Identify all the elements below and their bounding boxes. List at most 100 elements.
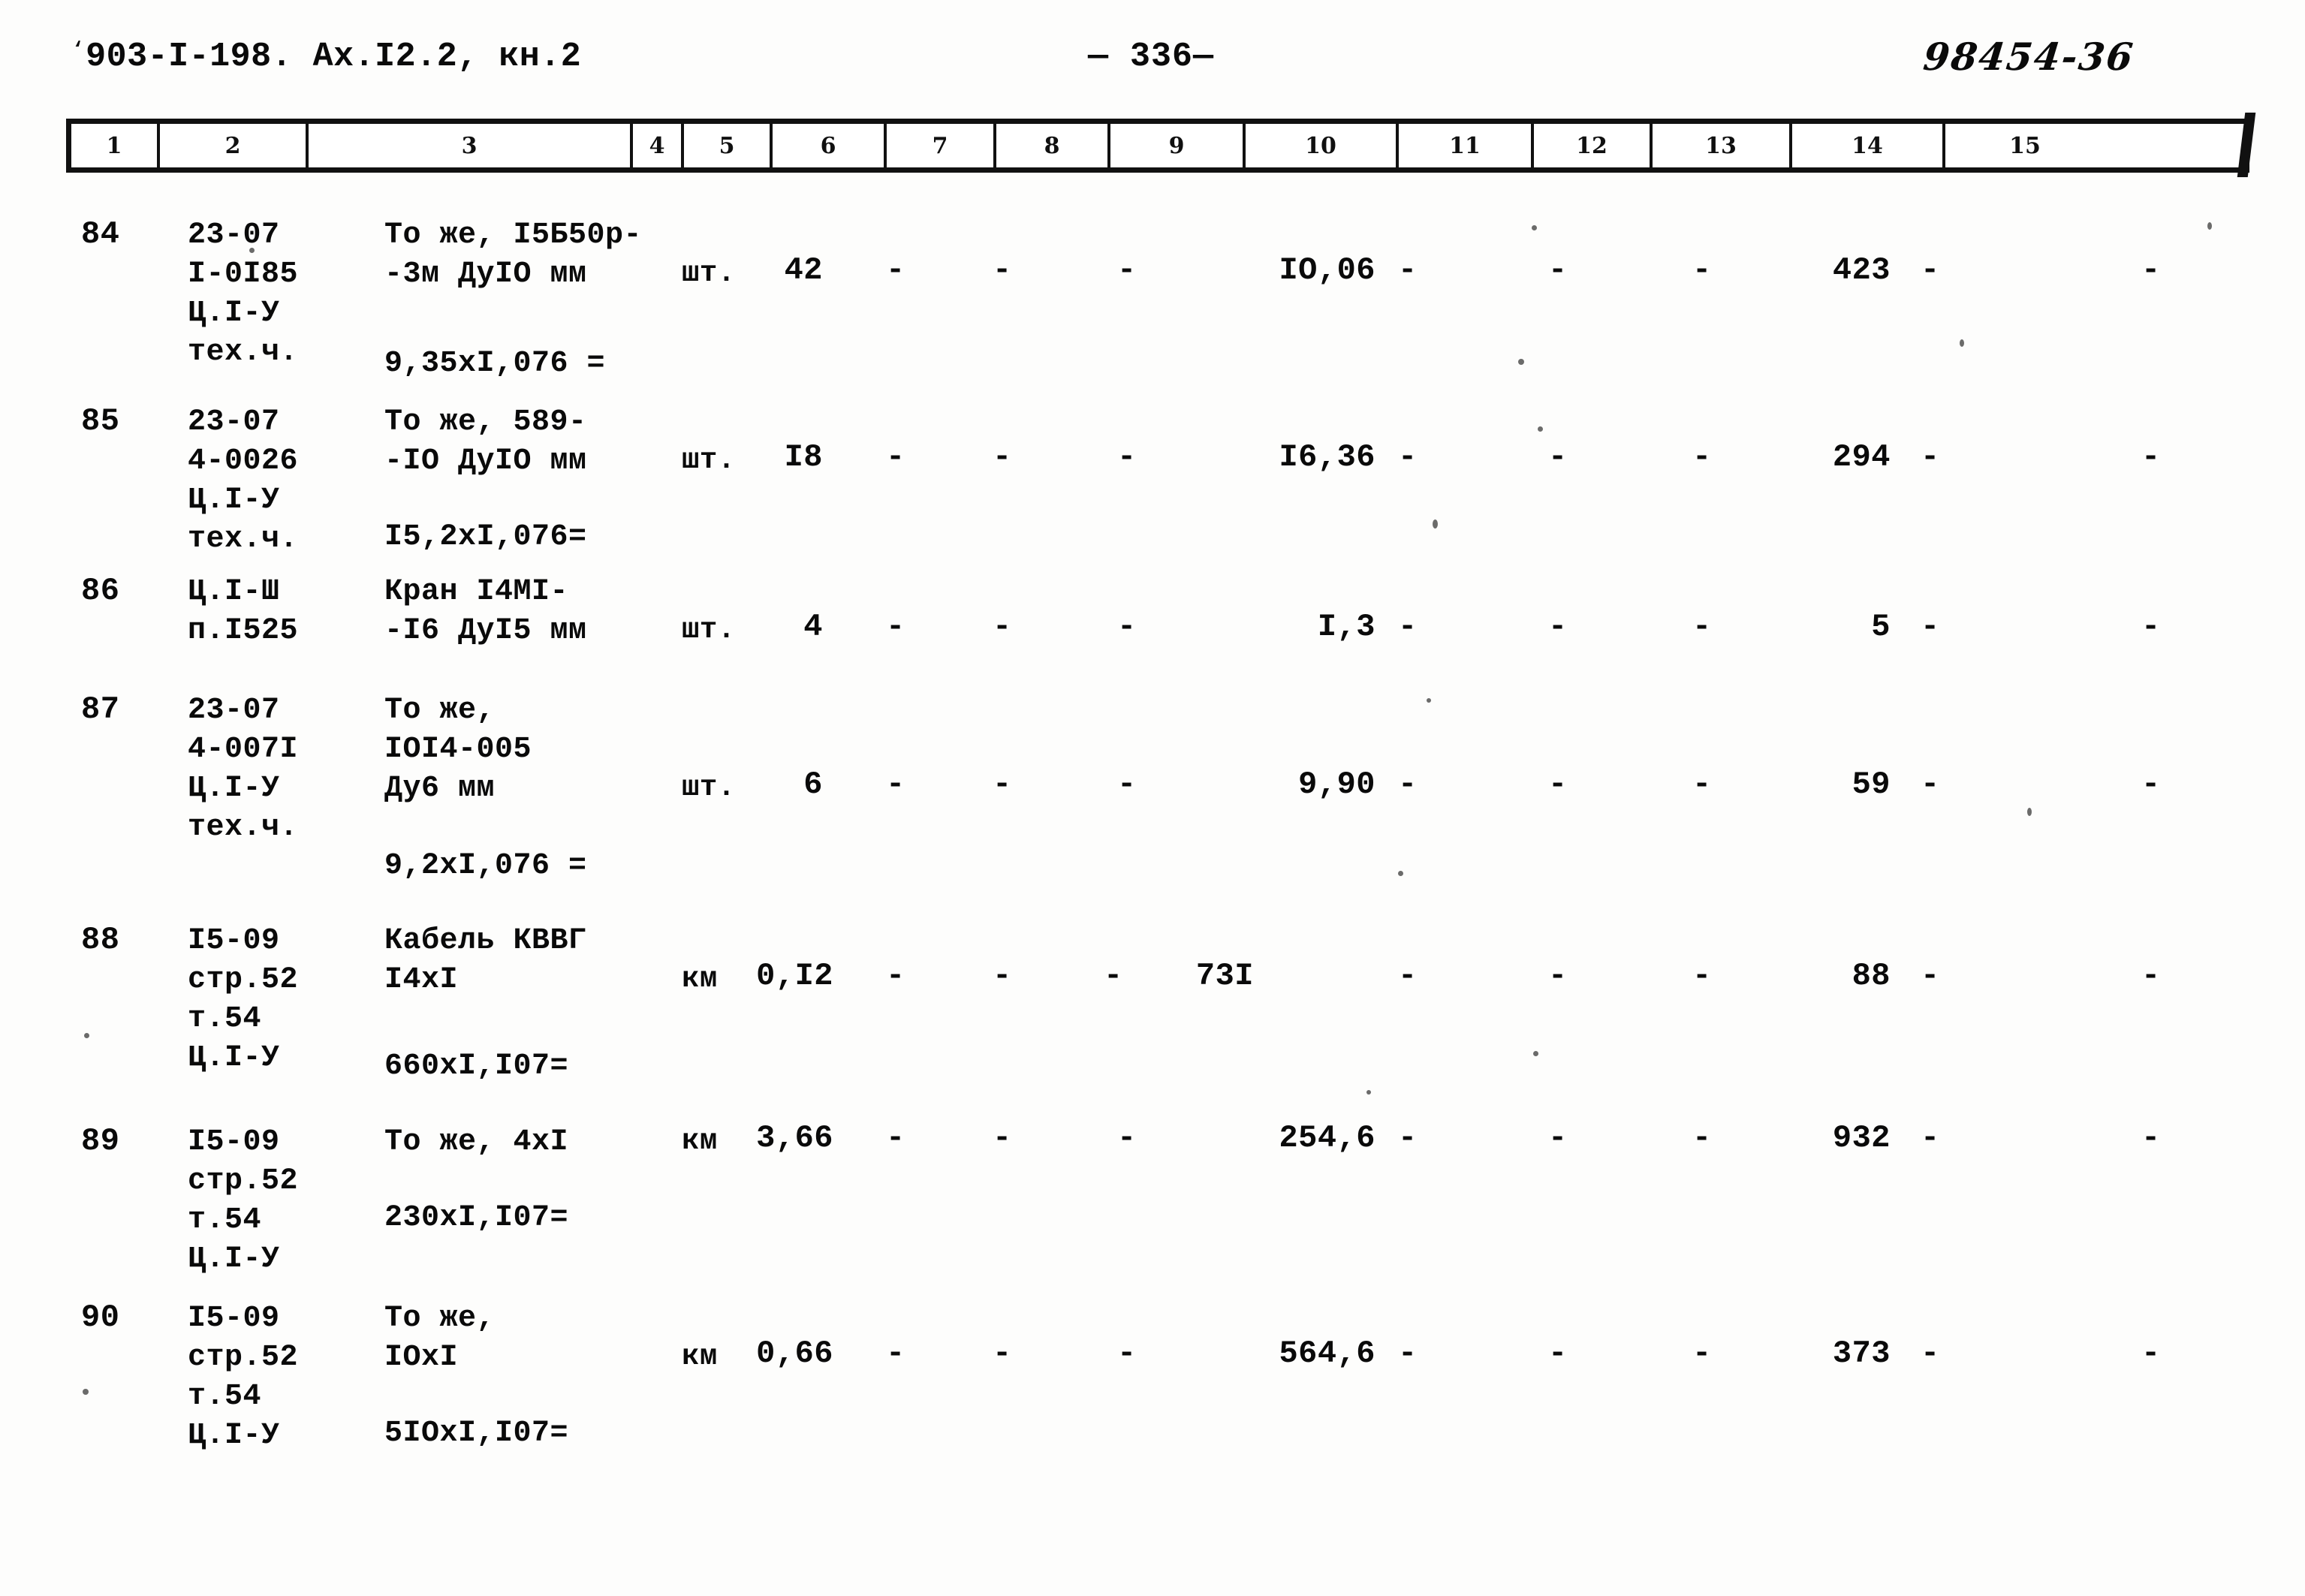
table-row: 89 I5-09 стр.52 т.54 Ц.I-У То же, 4xI 23…	[0, 1095, 2305, 1276]
row-col8: -	[1117, 252, 1137, 288]
document-code-suffix: . Ах.I2.2, кн.2	[271, 38, 582, 76]
row-name-line-1: То же, 589-	[384, 405, 587, 439]
row-col12: -	[1692, 958, 1712, 994]
row-col11: -	[1548, 1336, 1568, 1372]
row-col15: -	[2141, 252, 2161, 288]
row-col10: -	[1398, 958, 1418, 994]
row-col15: -	[2141, 1336, 2161, 1372]
row-col7: -	[993, 1336, 1012, 1372]
row-col9: 73I	[1195, 958, 1254, 994]
scan-speck	[2027, 808, 2032, 816]
column-header-4: 4	[633, 124, 684, 167]
column-header-13: 13	[1653, 124, 1792, 167]
row-code-line-1: 23-07	[188, 218, 280, 252]
row-col8: -	[1117, 1120, 1137, 1156]
row-col14: -	[1921, 252, 1940, 288]
row-col10: -	[1398, 609, 1418, 645]
row-code-line-3: Ц.I-У	[188, 483, 280, 517]
scanned-document-page: ‘903-I-198. Ах.I2.2, кн.2 — 336— 98454-3…	[0, 0, 2305, 1596]
row-col11: -	[1548, 439, 1568, 475]
column-header-8: 8	[996, 124, 1110, 167]
row-number: 86	[81, 573, 120, 609]
row-unit: шт.	[682, 613, 736, 646]
column-header-3: 3	[309, 124, 633, 167]
row-code-line-2: стр.52	[188, 1341, 299, 1375]
row-code-line-3: Ц.I-У	[188, 772, 280, 806]
row-col7: -	[993, 439, 1012, 475]
scan-speck	[1366, 1090, 1371, 1095]
row-col10: -	[1398, 1336, 1418, 1372]
row-unit: км	[682, 962, 718, 995]
row-number: 85	[81, 403, 120, 439]
column-header-10: 10	[1246, 124, 1399, 167]
scan-speck	[84, 1033, 89, 1038]
row-col11: -	[1548, 1120, 1568, 1156]
stray-mark: ‘	[72, 38, 85, 61]
page-header: ‘903-I-198. Ах.I2.2, кн.2 — 336— 98454-3…	[0, 35, 2305, 90]
scan-speck	[2207, 222, 2212, 230]
row-name-line-1: То же, I5Б50р-	[384, 218, 643, 252]
column-header-9: 9	[1110, 124, 1246, 167]
row-number: 87	[81, 691, 120, 727]
row-col9: IO,06	[1279, 252, 1375, 288]
row-col6: -	[886, 958, 905, 994]
row-col11: -	[1548, 958, 1568, 994]
row-name-line-2: IOxI	[384, 1341, 459, 1375]
row-name-line-2: I4xI	[384, 963, 459, 997]
row-code-line-1: I5-09	[188, 1302, 280, 1336]
row-col12: -	[1692, 1336, 1712, 1372]
document-code-text: 903-I-198	[86, 38, 272, 76]
row-col11: -	[1548, 766, 1568, 803]
row-col7: -	[993, 1120, 1012, 1156]
row-quantity: 6	[803, 766, 823, 803]
table-row: 85 23-07 4-0026 Ц.I-У тех.ч. То же, 589-…	[0, 357, 2305, 556]
scan-speck	[1427, 698, 1431, 703]
row-name-line-2: IOI4-005	[384, 733, 532, 766]
row-col11: -	[1548, 252, 1568, 288]
row-name-line-1: То же, 4xI	[384, 1125, 569, 1159]
row-col13: 932	[1832, 1120, 1891, 1156]
row-col10: -	[1398, 252, 1418, 288]
row-col9: I6,36	[1279, 439, 1375, 475]
scan-speck	[1532, 225, 1537, 230]
row-code-line-2: I-0I85	[188, 257, 299, 291]
table-row: 86 Ц.I-Ш п.I525 Кран I4MI- -I6 ДуI5 мм ш…	[0, 537, 2305, 669]
row-col12: -	[1692, 252, 1712, 288]
row-col13: 423	[1832, 252, 1891, 288]
row-col12: -	[1692, 766, 1712, 803]
row-name-line-1: Кран I4MI-	[384, 575, 569, 609]
scan-speck	[249, 248, 255, 253]
row-col8: -	[1104, 958, 1123, 994]
row-code-line-2: стр.52	[188, 1164, 299, 1198]
row-col12: -	[1692, 609, 1712, 645]
row-number: 89	[81, 1123, 120, 1159]
column-header-11: 11	[1399, 124, 1534, 167]
row-number: 88	[81, 922, 120, 958]
row-quantity: I8	[784, 439, 823, 475]
row-unit: шт.	[682, 771, 736, 804]
column-header-12: 12	[1534, 124, 1653, 167]
row-col14: -	[1921, 958, 1940, 994]
row-code-line-2: 4-0026	[188, 444, 299, 478]
row-name-line-2: -IO ДуIO мм	[384, 444, 587, 478]
column-header-5: 5	[684, 124, 773, 167]
row-col15: -	[2141, 766, 2161, 803]
row-col9: 9,90	[1298, 766, 1375, 803]
row-code-line-1: Ц.I-Ш	[188, 575, 280, 609]
document-code: ‘903-I-198. Ах.I2.2, кн.2	[72, 38, 581, 76]
row-col9: I,3	[1317, 609, 1375, 645]
row-number: 90	[81, 1299, 120, 1336]
row-quantity: 0,66	[756, 1336, 833, 1372]
scan-speck	[1538, 426, 1543, 432]
scan-speck	[1518, 359, 1524, 365]
row-code-line-4: Ц.I-У	[188, 1419, 280, 1453]
row-calculation: 9,2xI,076 =	[384, 849, 587, 883]
row-col9: 254,6	[1279, 1120, 1375, 1156]
column-header-7: 7	[887, 124, 996, 167]
row-col13: 294	[1832, 439, 1891, 475]
scan-speck	[1433, 519, 1438, 528]
row-unit: шт.	[682, 257, 736, 290]
row-code-line-3: т.54	[188, 1380, 262, 1414]
row-name-line-1: То же,	[384, 1302, 496, 1336]
row-code-line-4: Ц.I-У	[188, 1041, 280, 1075]
